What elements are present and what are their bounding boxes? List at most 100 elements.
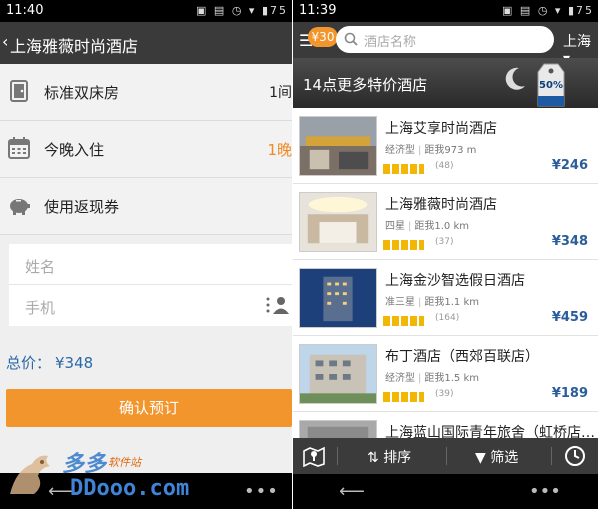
status-bar: 11:39 ▣ ▤ ◷ ▾ ▮75 xyxy=(293,0,598,22)
hotel-name: 上海艾享时尚酒店 xyxy=(385,121,497,137)
booking-options: 标准双床房 1间 今晚入住 1晚 使用返现券 xyxy=(0,64,292,235)
hotel-photo xyxy=(299,192,377,252)
hotel-name: 布丁酒店（西郊百联店） xyxy=(385,349,539,365)
search-input[interactable]: 酒店名称 xyxy=(336,26,554,53)
phone-field[interactable]: 手机 xyxy=(9,285,292,326)
total-value: ¥348 xyxy=(55,354,94,372)
hotel-price: ¥348 xyxy=(551,234,588,249)
hotel-name: 上海金沙智选假日酒店 xyxy=(385,273,525,289)
system-nav-bar: ⟵ ••• xyxy=(293,474,598,509)
coupon-row[interactable]: 使用返现券 xyxy=(0,178,292,235)
calendar-icon xyxy=(8,137,30,159)
header-bar: ‹ 上海雅薇时尚酒店 xyxy=(0,22,292,64)
status-icons: ▣ ▤ ◷ ▾ ▮75 xyxy=(502,4,594,17)
hotel-name: 上海雅薇时尚酒店 xyxy=(385,197,497,213)
hotel-list: 上海艾享时尚酒店 经济型 | 距我973 m (48) ¥246 上海雅薇时尚酒店 … xyxy=(293,108,598,488)
sort-label: 排序 xyxy=(383,450,412,466)
hotel-photo xyxy=(299,344,377,404)
room-type-label: 标准双床房 xyxy=(44,84,120,102)
toolbar-divider xyxy=(337,447,338,465)
rating-bars xyxy=(383,387,426,402)
filter-label: 筛选 xyxy=(490,450,519,466)
sort-button[interactable]: ⇅ 排序 xyxy=(367,447,411,467)
hotel-distance: 距我1.5 km xyxy=(424,373,479,384)
filter-icon: ▼ xyxy=(475,450,486,466)
back-icon[interactable]: ‹ xyxy=(2,32,8,51)
promo-banner[interactable]: 14点更多特价酒店 50% xyxy=(293,58,598,108)
review-count: (37) xyxy=(435,237,454,247)
filter-button[interactable]: ▼ 筛选 xyxy=(475,447,518,467)
coupon-label: 使用返现券 xyxy=(44,198,120,216)
hotel-type: 经济型 xyxy=(385,145,415,156)
hotel-type: 经济型 xyxy=(385,373,415,384)
watermark-sub: 软件站 xyxy=(108,456,141,469)
search-header: ☰ ¥30 酒店名称 上海▾ xyxy=(293,22,598,67)
hotel-price: ¥459 xyxy=(551,310,588,325)
door-icon xyxy=(10,80,28,102)
guest-form: 姓名 手机 xyxy=(9,244,292,326)
hotel-type: 四星 xyxy=(385,221,405,232)
banner-text: 14点更多特价酒店 xyxy=(303,76,428,94)
hotel-photo xyxy=(299,116,377,176)
review-count: (39) xyxy=(435,389,454,399)
hotel-item[interactable]: 上海艾享时尚酒店 经济型 | 距我973 m (48) ¥246 xyxy=(293,108,598,184)
booking-screen: 11:40 ▣ ▤ ◷ ▾ ▮75 ‹ 上海雅薇时尚酒店 标准双床房 1间 今晚… xyxy=(0,0,292,509)
hotel-meta: 准三星 | 距我1.1 km xyxy=(385,297,479,308)
hotel-meta: 四星 | 距我1.0 km xyxy=(385,221,469,232)
checkin-label: 今晚入住 xyxy=(44,141,105,159)
room-count: 1间 xyxy=(269,85,292,101)
nav-menu-icon[interactable]: ••• xyxy=(244,481,279,502)
cashback-badge[interactable]: ¥30 xyxy=(308,27,338,47)
piggy-bank-icon xyxy=(10,199,30,215)
watermark-domain: DDooo.com xyxy=(70,476,190,501)
nav-back-icon[interactable]: ⟵ xyxy=(339,481,365,502)
hotel-distance: 距我1.1 km xyxy=(424,297,479,308)
map-icon[interactable] xyxy=(303,445,325,467)
name-placeholder: 姓名 xyxy=(25,258,56,276)
status-icons: ▣ ▤ ◷ ▾ ▮75 xyxy=(196,4,288,17)
toolbar-divider xyxy=(446,447,447,465)
hotel-item[interactable]: 上海雅薇时尚酒店 四星 | 距我1.0 km (37) ¥348 xyxy=(293,184,598,260)
status-time: 11:40 xyxy=(6,3,44,18)
clock-icon[interactable] xyxy=(564,445,586,467)
contact-picker-icon[interactable] xyxy=(266,295,290,315)
confirm-booking-button[interactable]: 确认预订 xyxy=(6,389,292,427)
hotel-distance: 距我973 m xyxy=(424,145,477,156)
toolbar-divider xyxy=(551,447,552,465)
total-price: 总价： ¥348 xyxy=(6,352,93,373)
page-title: 上海雅薇时尚酒店 xyxy=(10,37,139,56)
hotel-price: ¥189 xyxy=(551,386,588,401)
watermark-logo: 多多 软件站 DDooo.com xyxy=(0,440,190,509)
hotel-photo xyxy=(299,268,377,328)
hotel-distance: 距我1.0 km xyxy=(414,221,469,232)
battery-level: 75 xyxy=(270,4,288,17)
hotel-meta: 经济型 | 距我973 m xyxy=(385,145,477,156)
rating-bars xyxy=(383,159,426,174)
hotel-item[interactable]: 布丁酒店（西郊百联店） 经济型 | 距我1.5 km (39) ¥189 xyxy=(293,336,598,412)
hotel-item[interactable]: 上海金沙智选假日酒店 准三星 | 距我1.1 km (164) ¥459 xyxy=(293,260,598,336)
hotel-price: ¥246 xyxy=(551,158,588,173)
tag-percent: 50% xyxy=(539,80,563,91)
status-time: 11:39 xyxy=(299,3,337,18)
list-toolbar: ⇅ 排序 ▼ 筛选 xyxy=(293,438,598,474)
review-count: (164) xyxy=(435,313,460,323)
battery-level: 75 xyxy=(576,4,594,17)
room-type-row[interactable]: 标准双床房 1间 xyxy=(0,64,292,121)
rating-bars xyxy=(383,235,426,250)
moon-icon xyxy=(505,67,525,90)
total-label: 总价： xyxy=(6,354,52,372)
status-bar: 11:40 ▣ ▤ ◷ ▾ ▮75 xyxy=(0,0,292,22)
phone-placeholder: 手机 xyxy=(25,299,56,317)
hotel-type: 准三星 xyxy=(385,297,415,308)
rating-bars xyxy=(383,311,426,326)
hotel-list-screen: 11:39 ▣ ▤ ◷ ▾ ▮75 ☰ ¥30 酒店名称 上海▾ 14点更多特价… xyxy=(293,0,598,509)
watermark-chars: 多多 xyxy=(62,452,107,477)
search-icon xyxy=(344,32,358,46)
nav-menu-icon[interactable]: ••• xyxy=(529,481,561,502)
hotel-meta: 经济型 | 距我1.5 km xyxy=(385,373,479,384)
checkin-row[interactable]: 今晚入住 1晚 xyxy=(0,121,292,178)
review-count: (48) xyxy=(435,161,454,171)
name-field[interactable]: 姓名 xyxy=(9,244,292,285)
sort-icon: ⇅ xyxy=(367,450,379,466)
night-count: 1晚 xyxy=(267,141,292,159)
